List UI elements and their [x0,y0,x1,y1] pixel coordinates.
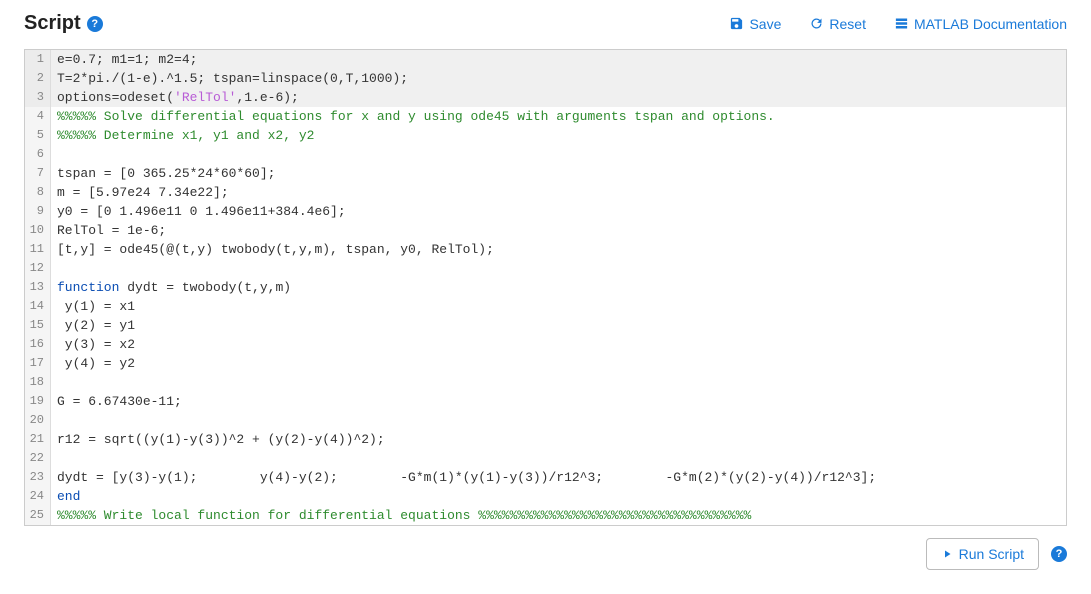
code-line[interactable]: 23dydt = [y(3)-y(1); y(4)-y(2); -G*m(1)*… [25,468,1066,487]
save-label: Save [749,16,781,32]
line-number: 15 [25,316,51,335]
line-number: 8 [25,183,51,202]
code-line[interactable]: 7tspan = [0 365.25*24*60*60]; [25,164,1066,183]
code-line[interactable]: 18 [25,373,1066,392]
code-content[interactable]: RelTol = 1e-6; [51,221,1066,240]
code-content[interactable] [51,373,1066,392]
line-number: 17 [25,354,51,373]
line-number: 1 [25,50,51,69]
line-number: 6 [25,145,51,164]
code-line[interactable]: 8m = [5.97e24 7.34e22]; [25,183,1066,202]
code-content[interactable]: e=0.7; m1=1; m2=4; [51,50,1066,69]
line-number: 18 [25,373,51,392]
line-number: 21 [25,430,51,449]
code-content[interactable]: m = [5.97e24 7.34e22]; [51,183,1066,202]
footer: Run Script ? [24,538,1067,570]
code-content[interactable]: y(4) = y2 [51,354,1066,373]
code-line[interactable]: 11[t,y] = ode45(@(t,y) twobody(t,y,m), t… [25,240,1066,259]
code-line[interactable]: 6 [25,145,1066,164]
reset-button[interactable]: Reset [809,16,866,32]
code-content[interactable] [51,145,1066,164]
code-content[interactable]: y(2) = y1 [51,316,1066,335]
code-content[interactable]: %%%%% Write local function for different… [51,506,1066,525]
line-number: 7 [25,164,51,183]
code-line[interactable]: 4%%%%% Solve differential equations for … [25,107,1066,126]
header-left: Script ? [24,12,103,35]
code-line[interactable]: 12 [25,259,1066,278]
code-content[interactable]: y(3) = x2 [51,335,1066,354]
line-number: 11 [25,240,51,259]
line-number: 24 [25,487,51,506]
docs-link[interactable]: MATLAB Documentation [894,16,1067,32]
code-line[interactable]: 16 y(3) = x2 [25,335,1066,354]
line-number: 25 [25,506,51,525]
save-icon [729,16,744,31]
line-number: 5 [25,126,51,145]
line-number: 3 [25,88,51,107]
code-line[interactable]: 14 y(1) = x1 [25,297,1066,316]
code-line[interactable]: 5%%%%% Determine x1, y1 and x2, y2 [25,126,1066,145]
code-line[interactable]: 10RelTol = 1e-6; [25,221,1066,240]
code-content[interactable]: T=2*pi./(1-e).^1.5; tspan=linspace(0,T,1… [51,69,1066,88]
code-line[interactable]: 25%%%%% Write local function for differe… [25,506,1066,525]
code-line[interactable]: 20 [25,411,1066,430]
code-content[interactable]: %%%%% Solve differential equations for x… [51,107,1066,126]
line-number: 16 [25,335,51,354]
code-content[interactable]: tspan = [0 365.25*24*60*60]; [51,164,1066,183]
code-line[interactable]: 9y0 = [0 1.496e11 0 1.496e11+384.4e6]; [25,202,1066,221]
code-content[interactable]: dydt = [y(3)-y(1); y(4)-y(2); -G*m(1)*(y… [51,468,1066,487]
code-content[interactable] [51,259,1066,278]
run-script-button[interactable]: Run Script [926,538,1039,570]
code-line[interactable]: 15 y(2) = y1 [25,316,1066,335]
line-number: 10 [25,221,51,240]
code-content[interactable]: options=odeset('RelTol',1.e-6); [51,88,1066,107]
line-number: 13 [25,278,51,297]
code-content[interactable]: y(1) = x1 [51,297,1066,316]
code-line[interactable]: 3options=odeset('RelTol',1.e-6); [25,88,1066,107]
code-content[interactable]: %%%%% Determine x1, y1 and x2, y2 [51,126,1066,145]
code-line[interactable]: 24end [25,487,1066,506]
header: Script ? Save Reset MATLAB Documentation [24,12,1067,35]
code-content[interactable]: function dydt = twobody(t,y,m) [51,278,1066,297]
run-label: Run Script [959,546,1024,562]
code-content[interactable]: G = 6.67430e-11; [51,392,1066,411]
line-number: 4 [25,107,51,126]
line-number: 14 [25,297,51,316]
line-number: 12 [25,259,51,278]
docs-label: MATLAB Documentation [914,16,1067,32]
code-content[interactable]: [t,y] = ode45(@(t,y) twobody(t,y,m), tsp… [51,240,1066,259]
line-number: 19 [25,392,51,411]
header-right: Save Reset MATLAB Documentation [729,16,1067,32]
code-content[interactable] [51,449,1066,468]
code-line[interactable]: 21r12 = sqrt((y(1)-y(3))^2 + (y(2)-y(4))… [25,430,1066,449]
play-icon [941,548,953,560]
code-content[interactable] [51,411,1066,430]
code-content[interactable]: r12 = sqrt((y(1)-y(3))^2 + (y(2)-y(4))^2… [51,430,1066,449]
code-content[interactable]: end [51,487,1066,506]
code-line[interactable]: 2T=2*pi./(1-e).^1.5; tspan=linspace(0,T,… [25,69,1066,88]
reset-label: Reset [829,16,866,32]
help-icon[interactable]: ? [1051,546,1067,562]
line-number: 23 [25,468,51,487]
code-line[interactable]: 17 y(4) = y2 [25,354,1066,373]
code-editor[interactable]: 1e=0.7; m1=1; m2=4;2T=2*pi./(1-e).^1.5; … [24,49,1067,526]
help-icon[interactable]: ? [87,16,103,32]
docs-icon [894,16,909,31]
line-number: 2 [25,69,51,88]
page-title: Script [24,12,81,35]
line-number: 20 [25,411,51,430]
line-number: 22 [25,449,51,468]
code-line[interactable]: 13function dydt = twobody(t,y,m) [25,278,1066,297]
reset-icon [809,16,824,31]
code-line[interactable]: 19G = 6.67430e-11; [25,392,1066,411]
line-number: 9 [25,202,51,221]
code-content[interactable]: y0 = [0 1.496e11 0 1.496e11+384.4e6]; [51,202,1066,221]
code-line[interactable]: 22 [25,449,1066,468]
save-button[interactable]: Save [729,16,781,32]
code-line[interactable]: 1e=0.7; m1=1; m2=4; [25,50,1066,69]
